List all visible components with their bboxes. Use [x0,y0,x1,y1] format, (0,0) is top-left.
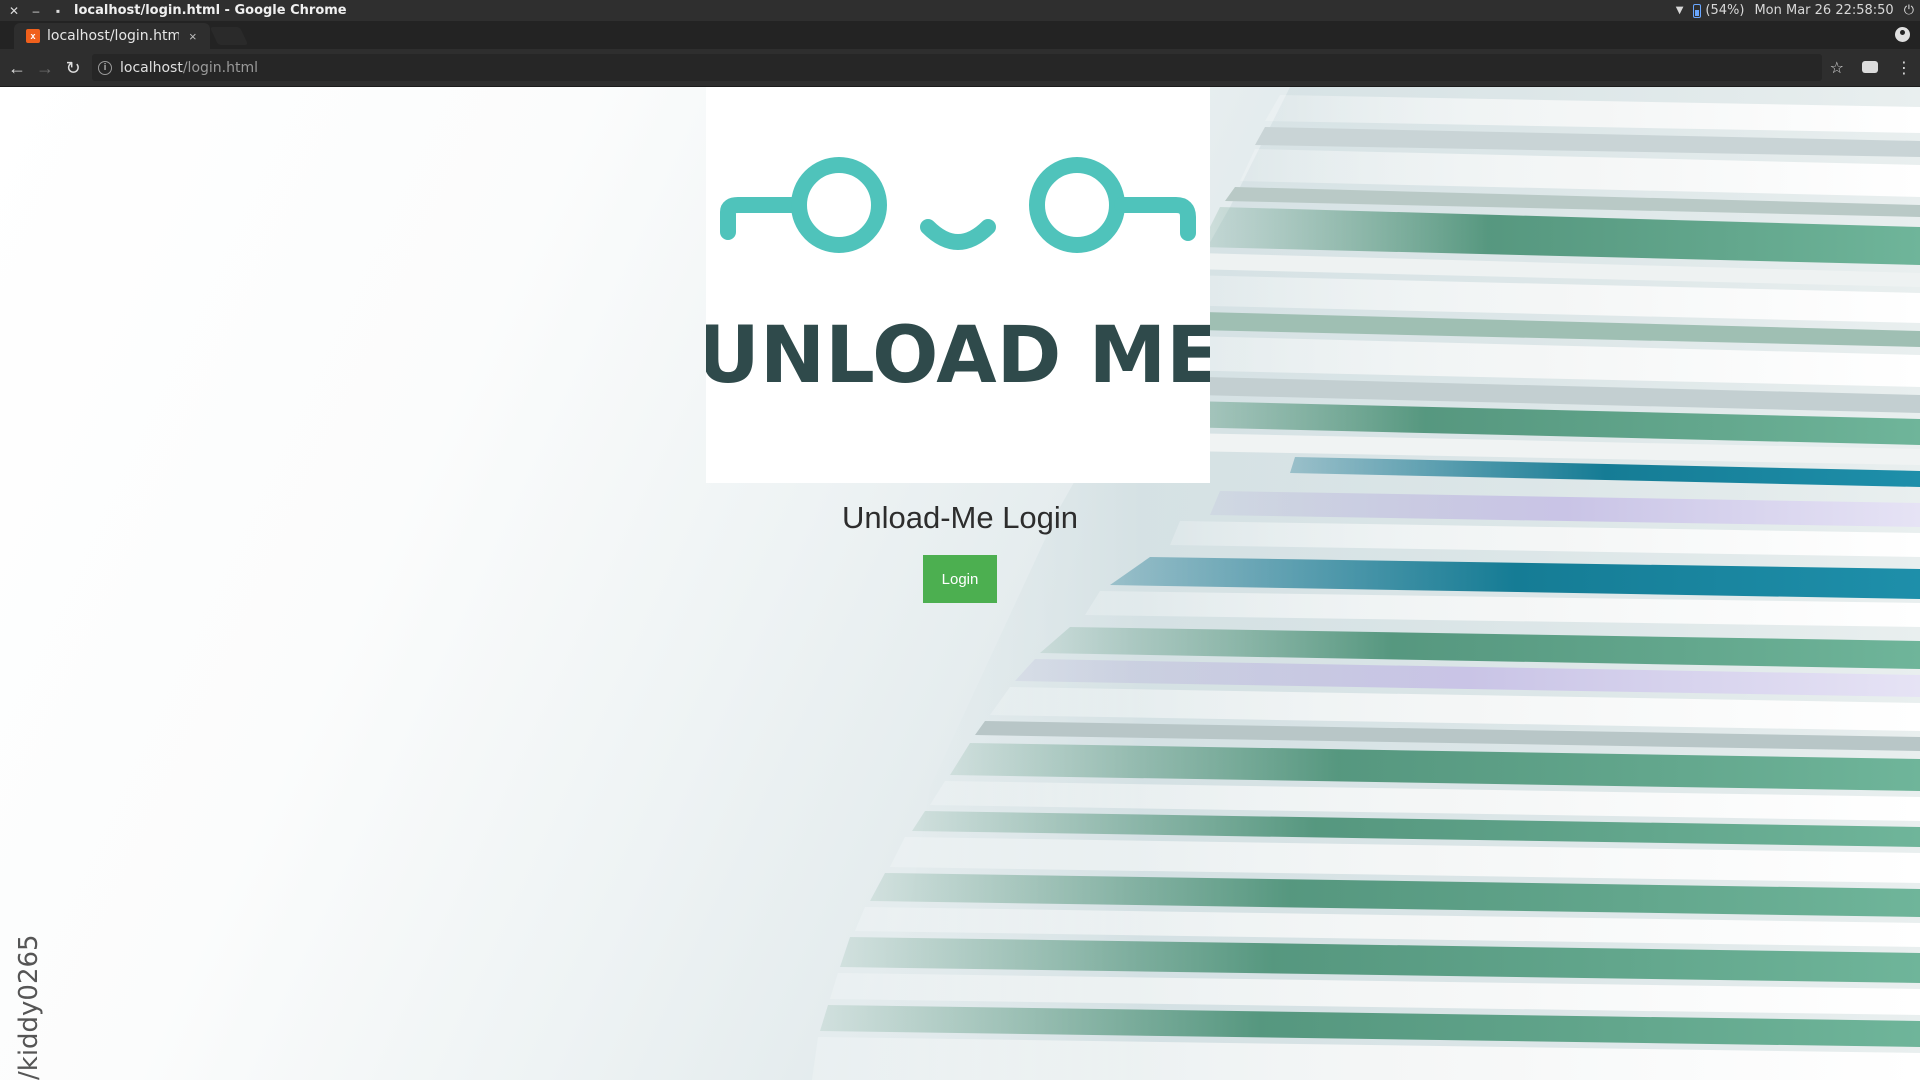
browser-tab[interactable]: x localhost/login.htm × [14,23,210,49]
maximize-window-icon[interactable]: ▪ [52,5,64,17]
site-info-icon[interactable]: i [98,60,112,75]
url-host: localhost [120,59,183,76]
tab-close-icon[interactable]: × [189,29,197,44]
system-tray: ▼ (54%) Mon Mar 26 22:58:50 ⏻ [1676,0,1914,21]
address-bar[interactable]: i localhost/login.html [92,54,1822,81]
logo-right-hook-shape [1114,197,1196,241]
battery-percent: (54%) [1705,3,1745,18]
logo-right-eye-shape [1029,157,1125,253]
window-controls: ✕ – ▪ [0,5,74,17]
logo-wordmark: UNLOAD ME [706,311,1210,401]
logo-mark [720,157,1196,253]
tab-strip: x localhost/login.htm × [0,21,1920,49]
unload-me-logo: UNLOAD ME [697,157,1219,401]
profile-icon[interactable] [1895,27,1910,42]
login-button[interactable]: Login [923,555,997,603]
user-watermark: /kiddy0265 [14,934,44,1080]
logo-left-hook-shape [720,197,802,240]
url-path: /login.html [182,59,259,76]
wifi-icon[interactable]: ▼ [1676,5,1684,16]
page-viewport: UNLOAD ME Unload-Me Login Login /kiddy02… [0,87,1920,1080]
browser-toolbar: ← → ↻ i localhost/login.html ☆ ⋮ [0,49,1920,87]
tab-title: localhost/login.htm [47,28,179,44]
logo-smile-shape [920,219,996,250]
new-tab-button[interactable] [209,27,249,45]
close-window-icon[interactable]: ✕ [8,5,20,17]
bookmark-star-icon[interactable]: ☆ [1830,58,1844,78]
logo-panel: UNLOAD ME [697,87,1219,483]
page-title: Unload-Me Login [841,500,1079,535]
window-title: localhost/login.html - Google Chrome [74,3,347,18]
favicon-icon: x [26,29,40,43]
back-icon[interactable]: ← [7,58,27,78]
clock[interactable]: Mon Mar 26 22:58:50 [1754,3,1893,18]
system-top-bar: ✕ – ▪ localhost/login.html - Google Chro… [0,0,1920,21]
chrome-menu-icon[interactable]: ⋮ [1896,58,1912,78]
battery-icon [1693,3,1702,18]
logo-left-eye-shape [791,157,887,253]
extension-icon[interactable] [1862,61,1878,73]
minimize-window-icon[interactable]: – [30,5,42,17]
forward-icon[interactable]: → [35,58,55,78]
toolbar-actions: ☆ ⋮ [1830,58,1912,78]
power-icon[interactable]: ⏻ [1904,3,1914,18]
battery-indicator[interactable]: (54%) [1693,3,1744,18]
reload-icon[interactable]: ↻ [63,58,83,78]
